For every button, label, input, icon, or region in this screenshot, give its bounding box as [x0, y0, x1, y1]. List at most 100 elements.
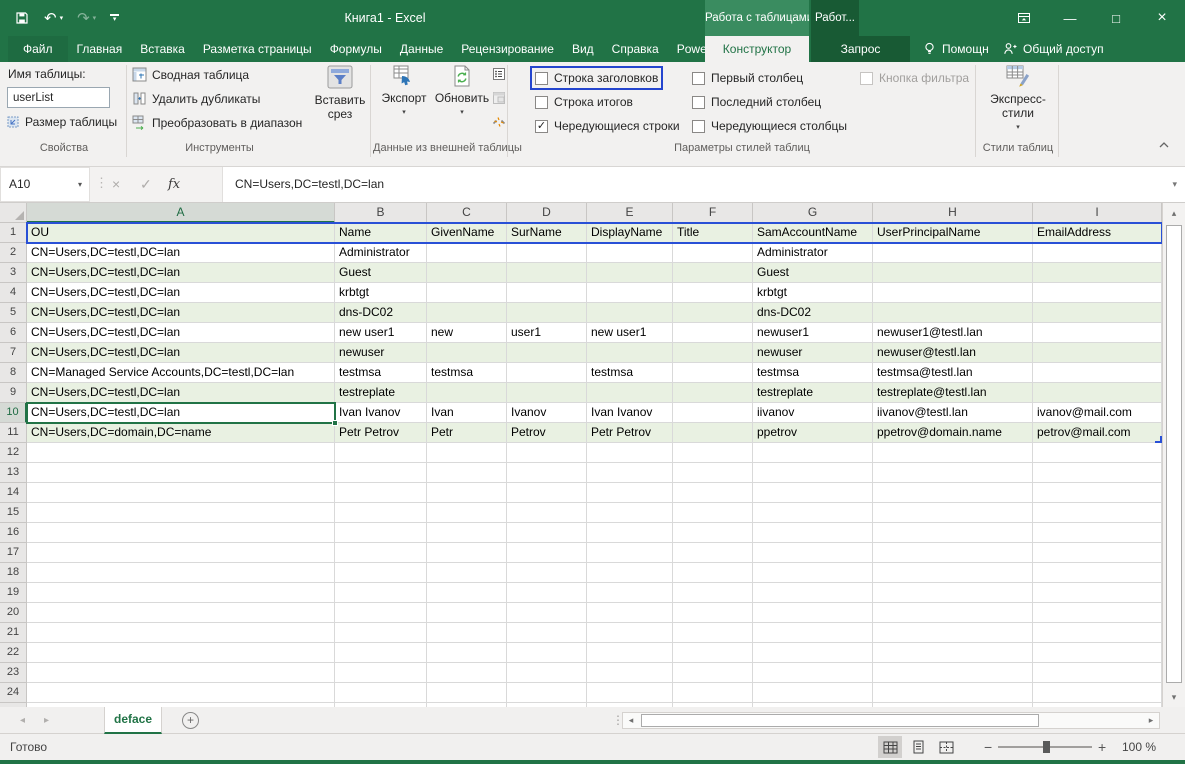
close-button[interactable]: × [1139, 0, 1185, 36]
row-header-13[interactable]: 13 [0, 463, 27, 483]
cell-D15[interactable] [507, 503, 587, 523]
normal-view-button[interactable] [878, 736, 902, 758]
cell-F24[interactable] [673, 683, 753, 703]
cell-I19[interactable] [1033, 583, 1162, 603]
ribbon-display-options-button[interactable] [1001, 0, 1047, 36]
cell-E5[interactable] [587, 303, 673, 323]
cell-F15[interactable] [673, 503, 753, 523]
cell-G10[interactable]: iivanov [753, 403, 873, 423]
row-header-8[interactable]: 8 [0, 363, 27, 383]
cell-I24[interactable] [1033, 683, 1162, 703]
cell-E13[interactable] [587, 463, 673, 483]
cell-H18[interactable] [873, 563, 1033, 583]
insert-function-button[interactable]: fx [168, 167, 180, 202]
tab-formulas[interactable]: Формулы [321, 36, 391, 62]
row-header-5[interactable]: 5 [0, 303, 27, 323]
cell-D23[interactable] [507, 663, 587, 683]
new-sheet-button[interactable]: + [182, 712, 199, 729]
cell-I8[interactable] [1033, 363, 1162, 383]
cell-C23[interactable] [427, 663, 507, 683]
cell-H23[interactable] [873, 663, 1033, 683]
cell-A1[interactable]: OU [27, 223, 335, 243]
scroll-left-icon[interactable]: ◂ [623, 713, 639, 728]
scroll-down-icon[interactable]: ▾ [1163, 687, 1185, 707]
cell-D24[interactable] [507, 683, 587, 703]
row-header-11[interactable]: 11 [0, 423, 27, 443]
cell-F21[interactable] [673, 623, 753, 643]
cell-B5[interactable]: dns-DC02 [335, 303, 427, 323]
row-header-14[interactable]: 14 [0, 483, 27, 503]
table-resize-handle[interactable] [1155, 436, 1162, 443]
tab-insert[interactable]: Вставка [131, 36, 194, 62]
checkbox-banded-rows[interactable]: ✓ [535, 120, 548, 133]
cell-H1[interactable]: UserPrincipalName [873, 223, 1033, 243]
cell-I7[interactable] [1033, 343, 1162, 363]
cell-A13[interactable] [27, 463, 335, 483]
cell-B23[interactable] [335, 663, 427, 683]
cell-H21[interactable] [873, 623, 1033, 643]
tab-data[interactable]: Данные [391, 36, 452, 62]
cell-I15[interactable] [1033, 503, 1162, 523]
cell-A3[interactable]: CN=Users,DC=testl,DC=lan [27, 263, 335, 283]
option-banded-columns[interactable]: Чередующиеся столбцы [692, 119, 847, 133]
cell-H17[interactable] [873, 543, 1033, 563]
cell-D20[interactable] [507, 603, 587, 623]
cell-I17[interactable] [1033, 543, 1162, 563]
cell-B22[interactable] [335, 643, 427, 663]
cell-H16[interactable] [873, 523, 1033, 543]
cell-D7[interactable] [507, 343, 587, 363]
remove-duplicates-button[interactable]: Удалить дубликаты [132, 91, 260, 106]
cell-C6[interactable]: new [427, 323, 507, 343]
cell-G1[interactable]: SamAccountName [753, 223, 873, 243]
cell-B14[interactable] [335, 483, 427, 503]
cell-G19[interactable] [753, 583, 873, 603]
cell-A24[interactable] [27, 683, 335, 703]
sheet-tab-deface[interactable]: deface [104, 707, 162, 734]
customize-qat-button[interactable]: ▾ [110, 14, 119, 22]
cell-C11[interactable]: Petr [427, 423, 507, 443]
cell-G14[interactable] [753, 483, 873, 503]
prev-sheet-icon[interactable]: ◂ [20, 707, 25, 734]
column-header-F[interactable]: F [673, 203, 753, 223]
option-first-column[interactable]: Первый столбец [692, 71, 803, 85]
cell-I1[interactable]: EmailAddress [1033, 223, 1162, 243]
cell-I16[interactable] [1033, 523, 1162, 543]
cell-G17[interactable] [753, 543, 873, 563]
cell-G12[interactable] [753, 443, 873, 463]
cell-I5[interactable] [1033, 303, 1162, 323]
cell-G2[interactable]: Administrator [753, 243, 873, 263]
cell-I3[interactable] [1033, 263, 1162, 283]
cell-E9[interactable] [587, 383, 673, 403]
column-header-I[interactable]: I [1033, 203, 1162, 223]
redo-button[interactable]: ↷ ▾ [77, 9, 96, 27]
cell-H22[interactable] [873, 643, 1033, 663]
cell-C10[interactable]: Ivan [427, 403, 507, 423]
cell-H20[interactable] [873, 603, 1033, 623]
cell-E7[interactable] [587, 343, 673, 363]
cell-E4[interactable] [587, 283, 673, 303]
cell-E23[interactable] [587, 663, 673, 683]
cell-G15[interactable] [753, 503, 873, 523]
cell-E12[interactable] [587, 443, 673, 463]
row-header-22[interactable]: 22 [0, 643, 27, 663]
cell-H6[interactable]: newuser1@testl.lan [873, 323, 1033, 343]
cell-I23[interactable] [1033, 663, 1162, 683]
cell-F1[interactable]: Title [673, 223, 753, 243]
cell-I2[interactable] [1033, 243, 1162, 263]
page-layout-view-button[interactable] [906, 736, 930, 758]
cell-I13[interactable] [1033, 463, 1162, 483]
cell-F4[interactable] [673, 283, 753, 303]
cell-C24[interactable] [427, 683, 507, 703]
undo-dropdown-icon[interactable]: ▾ [60, 14, 64, 22]
fill-handle[interactable] [332, 420, 338, 426]
cell-B18[interactable] [335, 563, 427, 583]
option-banded-rows[interactable]: ✓ Чередующиеся строки [535, 119, 680, 133]
table-name-input[interactable] [7, 87, 110, 108]
cell-C20[interactable] [427, 603, 507, 623]
cell-E19[interactable] [587, 583, 673, 603]
cell-H5[interactable] [873, 303, 1033, 323]
cell-E22[interactable] [587, 643, 673, 663]
cell-I18[interactable] [1033, 563, 1162, 583]
export-dropdown-icon[interactable]: ▾ [402, 106, 406, 120]
row-header-17[interactable]: 17 [0, 543, 27, 563]
